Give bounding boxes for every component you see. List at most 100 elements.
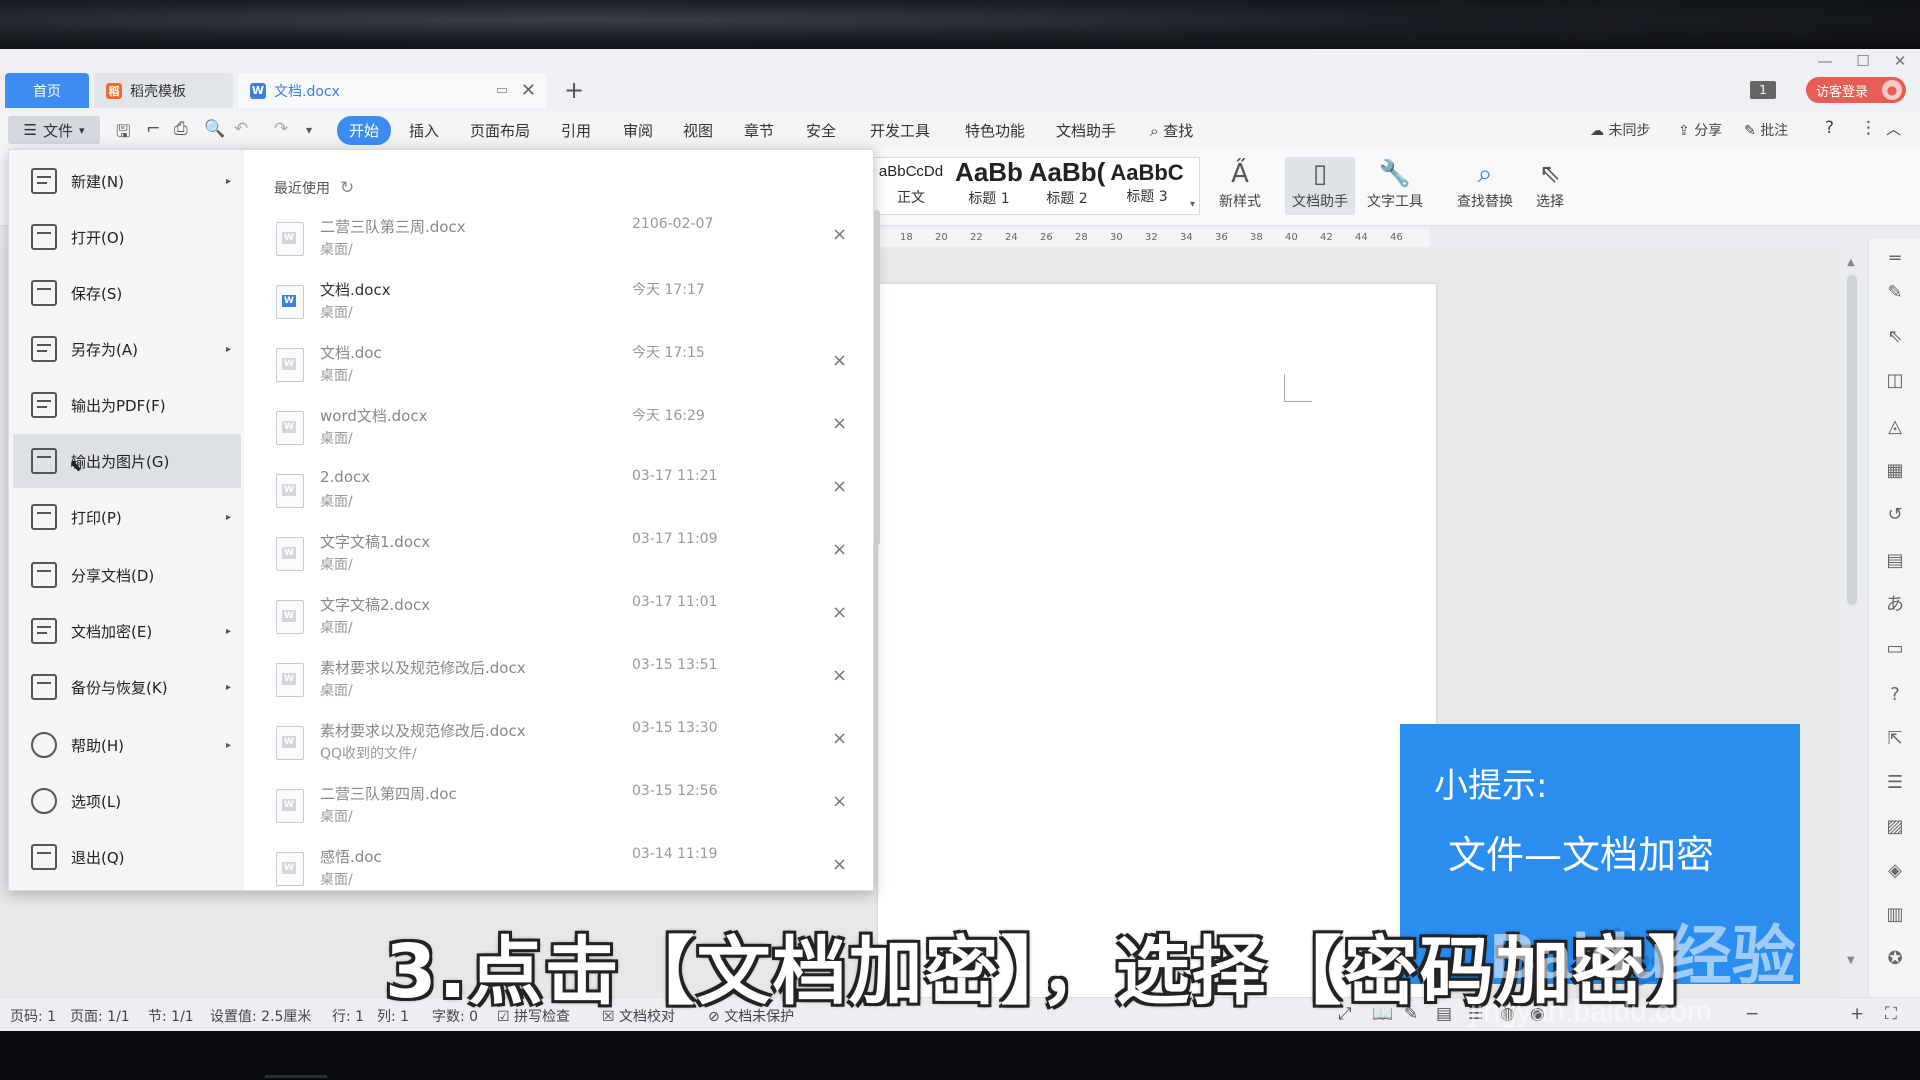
menu-export-image[interactable]: 输出为图片(G) <box>13 434 241 488</box>
redo-icon[interactable]: ↷ <box>274 119 288 139</box>
style-normal[interactable]: aBbCcDd 正文 <box>870 157 952 215</box>
style-heading-2[interactable]: AaBb( 标题 2 <box>1026 157 1108 215</box>
find-replace-button[interactable]: ⌕ 查找替换 <box>1450 157 1520 215</box>
remove-recent-icon[interactable]: × <box>832 602 847 623</box>
menu-share[interactable]: 分享文档(D) <box>13 548 241 602</box>
menu-export-pdf[interactable]: 输出为PDF(F) <box>13 378 241 432</box>
menu-open[interactable]: 打开(O) <box>13 210 241 264</box>
recent-file-row[interactable]: W 文字文稿2.docx 桌面/ 03-17 11:01 × <box>264 588 854 651</box>
tab-page-layout[interactable]: 页面布局 <box>470 120 530 141</box>
tab-chapter[interactable]: 章节 <box>744 120 774 141</box>
document-page[interactable] <box>878 284 1436 1004</box>
horizontal-ruler[interactable]: 18 20 22 24 26 28 30 32 34 36 38 40 42 4… <box>870 229 1430 247</box>
menu-exit[interactable]: 退出(Q) <box>13 830 241 884</box>
help-icon[interactable]: ? <box>1825 118 1834 138</box>
recent-file-row[interactable]: W 二营三队第四周.doc 桌面/ 03-15 12:56 × <box>264 777 854 840</box>
close-window-icon[interactable]: ✕ <box>1885 49 1915 73</box>
remove-recent-icon[interactable]: × <box>832 224 847 245</box>
style-heading-3[interactable]: AaBbC 标题 3 <box>1106 157 1188 215</box>
menu-save[interactable]: 保存(S) <box>13 266 241 320</box>
grid-icon[interactable]: ▦ <box>1883 459 1907 483</box>
tab-view[interactable]: 视图 <box>683 120 713 141</box>
new-style-button[interactable]: A̋ 新样式 <box>1205 157 1275 215</box>
export-icon[interactable]: ⇱ <box>1883 727 1907 751</box>
pen-icon[interactable]: ✎ <box>1883 281 1907 305</box>
recent-file-row-current[interactable]: W 文档.docx 桌面/ 今天 17:17 <box>264 273 854 336</box>
remove-recent-icon[interactable]: × <box>832 791 847 812</box>
remove-recent-icon[interactable]: × <box>832 539 847 560</box>
remove-recent-icon[interactable]: × <box>832 413 847 434</box>
menu-options[interactable]: 选项(L) <box>13 774 241 828</box>
menu-encrypt[interactable]: 文档加密(E) ▸ <box>13 604 241 658</box>
tab-docer-templates[interactable]: 稻 稻壳模板 <box>94 73 233 108</box>
menu-print[interactable]: 打印(P) ▸ <box>13 490 241 544</box>
tab-review[interactable]: 审阅 <box>623 120 653 141</box>
status-section[interactable]: 节: 1/1 <box>148 1006 194 1026</box>
history-icon[interactable]: ↺ <box>1883 503 1907 527</box>
maximize-icon[interactable]: ☐ <box>1848 49 1878 73</box>
print-preview-icon[interactable]: 🔍 <box>204 119 225 139</box>
pointer-icon[interactable]: ⇖ <box>1883 325 1907 349</box>
recent-files-scrollbar[interactable] <box>874 210 880 545</box>
scroll-thumb[interactable] <box>1847 275 1857 605</box>
recent-file-row[interactable]: W 感悟.doc 桌面/ 03-14 11:19 × <box>264 840 854 890</box>
style-heading-1[interactable]: AaBb 标题 1 <box>948 157 1030 215</box>
recent-file-row[interactable]: W 素材要求以及规范修改后.docx 桌面/ 03-15 13:51 × <box>264 651 854 714</box>
save-icon[interactable]: 🖫 <box>116 119 130 148</box>
collapse-ribbon-icon[interactable]: ︿ <box>1886 118 1901 139</box>
vertical-scrollbar[interactable]: ▲ ▼ <box>1845 245 1859 985</box>
minimize-icon[interactable]: — <box>1810 49 1840 73</box>
collapse-sidebar-icon[interactable]: ═ <box>1883 247 1907 271</box>
window-count-badge[interactable]: 1 <box>1750 81 1776 99</box>
question-icon[interactable]: ? <box>1883 683 1907 707</box>
menu-new[interactable]: 新建(N) ▸ <box>13 154 241 208</box>
text-tools-button[interactable]: 🔧 文字工具 <box>1360 157 1430 215</box>
translate-icon[interactable]: あ <box>1883 593 1907 617</box>
zoom-out-icon[interactable]: − <box>1745 1004 1759 1024</box>
shapes-icon[interactable]: ◫ <box>1883 369 1907 393</box>
menu-backup-restore[interactable]: 备份与恢复(K) ▸ <box>13 660 241 714</box>
tab-doc-assistant[interactable]: 文档助手 <box>1056 120 1116 141</box>
tab-home[interactable]: 首页 <box>5 73 89 108</box>
monitor-icon[interactable]: ▭ <box>496 83 508 98</box>
recent-file-row[interactable]: W 2.docx 桌面/ 03-17 11:21 × <box>264 462 854 525</box>
status-setting[interactable]: 设置值: 2.5厘米 <box>210 1006 311 1026</box>
print-icon[interactable]: ⎙ <box>174 119 188 139</box>
doc-assistant-button[interactable]: ▯ 文档助手 <box>1285 157 1355 215</box>
remove-recent-icon[interactable]: × <box>832 854 847 875</box>
remove-recent-icon[interactable]: × <box>832 728 847 749</box>
share-button[interactable]: ⇪ 分享 <box>1678 120 1722 140</box>
remove-recent-icon[interactable]: × <box>832 350 847 371</box>
new-tab-button[interactable]: + <box>564 76 584 104</box>
chart-icon[interactable]: ▥ <box>1883 903 1907 927</box>
image-icon[interactable]: ▨ <box>1883 815 1907 839</box>
recent-file-row[interactable]: W 素材要求以及规范修改后.docx QQ收到的文件/ 03-15 13:30 … <box>264 714 854 777</box>
tab-special-features[interactable]: 特色功能 <box>965 120 1025 141</box>
select-button[interactable]: ⇖ 选择 <box>1520 157 1580 215</box>
recent-file-row[interactable]: W 文档.doc 桌面/ 今天 17:15 × <box>264 336 854 399</box>
layers-icon[interactable]: ◬ <box>1883 415 1907 439</box>
tab-developer[interactable]: 开发工具 <box>870 120 930 141</box>
status-page[interactable]: 页码: 1 <box>10 1006 56 1026</box>
sync-status[interactable]: ☁ 未同步 <box>1590 120 1650 140</box>
menu-save-as[interactable]: 另存为(A) ▸ <box>13 322 241 376</box>
tab-document[interactable]: W 文档.docx ▭ ✕ <box>238 73 546 108</box>
recent-file-row[interactable]: W word文档.docx 桌面/ 今天 16:29 × <box>264 399 854 462</box>
customize-toolbar-icon[interactable]: ▾ <box>306 123 312 137</box>
guest-login-button[interactable]: 访客登录 ● <box>1806 77 1906 103</box>
style-gallery-expand-icon[interactable]: ▾ <box>1190 199 1195 210</box>
award-icon[interactable]: ✪ <box>1883 947 1907 971</box>
status-pages[interactable]: 页面: 1/1 <box>70 1006 130 1026</box>
remove-recent-icon[interactable]: × <box>832 476 847 497</box>
more-icon[interactable]: ⋮ <box>1860 118 1877 138</box>
remove-recent-icon[interactable]: × <box>832 665 847 686</box>
archive-icon[interactable]: ▭ <box>1883 637 1907 661</box>
tab-security[interactable]: 安全 <box>806 120 836 141</box>
refresh-icon[interactable]: ↻ <box>340 178 354 198</box>
menu-help[interactable]: 帮助(H) ▸ <box>13 718 241 772</box>
shield-icon[interactable]: ◈ <box>1883 859 1907 883</box>
tab-insert[interactable]: 插入 <box>409 120 439 141</box>
status-row[interactable]: 行: 1 <box>332 1006 364 1026</box>
undo-icon[interactable]: ↶ <box>234 119 248 139</box>
gallery-icon[interactable]: ▤ <box>1883 549 1907 573</box>
